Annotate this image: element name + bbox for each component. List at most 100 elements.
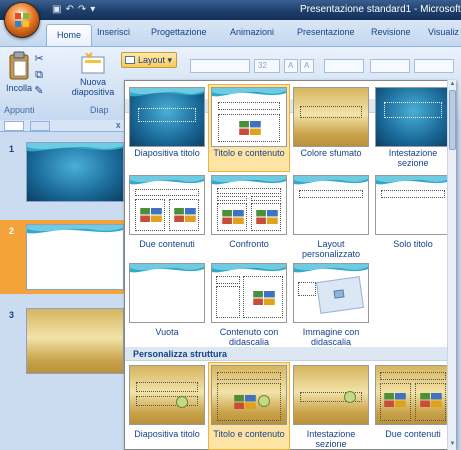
tab-animazioni[interactable]: Animazioni	[230, 27, 274, 37]
layout-thumbnail	[129, 175, 205, 235]
slide-thumbnail-1[interactable]	[26, 142, 124, 202]
layout-label: Due contenuti	[385, 429, 441, 439]
slide-number-2: 2	[9, 226, 15, 236]
close-pane-icon[interactable]: x	[116, 120, 121, 130]
tab-revisione[interactable]: Revisione	[371, 27, 411, 37]
slide-thumbnail-pane: 1 2 3	[0, 132, 124, 450]
layout-label: Confronto	[229, 239, 269, 249]
group-label-slides: Diap	[90, 105, 109, 115]
layout-item-diapositiva-titolo[interactable]	[127, 85, 207, 171]
tab-progettazione[interactable]: Progettazione	[151, 27, 207, 37]
layout-thumbnail	[129, 365, 205, 425]
layout-thumbnail	[129, 263, 205, 323]
clipboard-icon	[9, 51, 29, 80]
bullets-button[interactable]	[324, 59, 364, 73]
layout-item-vuota[interactable]: Vuota	[127, 261, 207, 347]
layout-item-custom-due-contenuti[interactable]: Due contenuti	[373, 363, 453, 449]
layout-thumbnail	[129, 87, 205, 147]
content-icons	[222, 210, 244, 224]
layout-item-confronto[interactable]: Confronto	[209, 173, 289, 259]
tab-visualizza[interactable]: Visualiz	[428, 27, 459, 37]
new-slide-icon	[81, 51, 105, 74]
quick-access-toolbar: ▣ ↶ ↷ ▾	[52, 3, 95, 17]
layout-thumbnail	[211, 365, 287, 425]
content-icons	[234, 395, 256, 409]
tab-home[interactable]: Home	[46, 24, 93, 46]
layout-label: Titolo e contenuto	[213, 148, 285, 158]
gallery-scrollbar[interactable]: ▲ ▼	[447, 80, 456, 450]
content-icons	[384, 393, 406, 407]
layout-label: Contenuto con didascalia	[219, 327, 279, 347]
title-placeholder	[217, 188, 281, 194]
wave-decoration	[212, 88, 286, 97]
layout-item-custom-intestazione-sezione[interactable]: Intestazione sezione	[291, 363, 371, 449]
content-icons	[420, 393, 442, 407]
layout-item-solo-titolo[interactable]: Solo titolo	[373, 173, 453, 259]
undo-icon[interactable]: ↶	[65, 3, 73, 17]
new-slide-label-2: diapositiva	[71, 87, 115, 97]
clipboard-tools: ✂ ⧉ ✎	[32, 51, 46, 99]
layout-item-contenuto-con-didascalia[interactable]: Contenuto con didascalia	[209, 261, 289, 347]
layout-item-custom-titolo-e-contenuto[interactable]: Titolo e contenuto	[208, 362, 290, 450]
layout-item-layout-personalizzato[interactable]: Layout personalizzato	[291, 173, 371, 259]
window-title: Presentazione standard1 - Microsoft Po	[300, 4, 461, 15]
indent-button[interactable]	[414, 59, 454, 73]
numbering-button[interactable]	[370, 59, 410, 73]
content-icons	[239, 121, 261, 135]
tab-presentazione[interactable]: Presentazione	[297, 27, 355, 37]
font-name-box[interactable]	[190, 59, 250, 73]
customize-qat-icon[interactable]: ▾	[90, 3, 95, 17]
outline-tab[interactable]	[30, 121, 50, 131]
layout-thumbnail	[375, 175, 451, 235]
layout-item-immagine-con-didascalia[interactable]: Immagine con didascalia	[291, 261, 371, 347]
layout-thumbnail	[211, 87, 287, 147]
layout-item-custom-diapositiva-titolo[interactable]: Diapositiva titolo	[127, 363, 207, 449]
cut-icon[interactable]: ✂	[32, 51, 46, 67]
new-slide-label-1: Nuova	[79, 77, 106, 87]
copy-icon[interactable]: ⧉	[32, 67, 46, 83]
tab-inserisci[interactable]: Inserisci	[97, 27, 130, 37]
wave-decoration	[294, 176, 368, 185]
wave-decoration	[376, 176, 450, 185]
layout-button[interactable]: Layout ▾	[121, 52, 177, 68]
layout-label: Diapositiva titolo	[134, 429, 200, 439]
scroll-up-icon[interactable]: ▲	[449, 80, 456, 88]
layout-label: Immagine con didascalia	[302, 327, 360, 347]
layout-thumbnail	[293, 365, 369, 425]
layout-item-titolo-e-contenuto[interactable]	[208, 84, 290, 172]
layout-item-colore-sfumato[interactable]	[291, 85, 371, 171]
title-placeholder	[380, 372, 446, 380]
layout-item-due-contenuti[interactable]: Due contenuti	[127, 173, 207, 259]
slides-tab[interactable]	[4, 121, 24, 131]
wave-decoration	[212, 264, 286, 273]
caption-placeholder	[298, 282, 316, 296]
smiley-icon	[258, 395, 270, 407]
layout-label: Solo titolo	[393, 239, 433, 249]
picture-icon	[333, 289, 345, 299]
save-icon[interactable]: ▣	[52, 3, 61, 17]
content-icons	[174, 208, 196, 222]
scroll-down-icon[interactable]: ▼	[449, 440, 456, 448]
title-placeholder	[381, 190, 445, 198]
new-slide-button[interactable]: Nuova diapositiva	[68, 51, 118, 97]
title-placeholder	[135, 189, 199, 196]
paste-button[interactable]: Incolla	[4, 51, 34, 93]
font-size-box[interactable]: 32	[254, 59, 280, 73]
office-button[interactable]	[4, 2, 40, 38]
redo-icon[interactable]: ↷	[78, 3, 86, 17]
layout-label: Colore sfumato	[300, 148, 362, 158]
shrink-font-button[interactable]: A	[300, 59, 314, 73]
slide-thumbnail-2[interactable]	[26, 224, 124, 290]
title-placeholder	[300, 106, 362, 118]
title-placeholder	[217, 372, 281, 380]
grow-font-button[interactable]: A	[284, 59, 298, 73]
caption-placeholder	[216, 286, 240, 318]
slide-thumbnail-3[interactable]	[26, 308, 124, 374]
content-icons	[140, 208, 162, 222]
title-placeholder	[218, 102, 280, 110]
scroll-thumb[interactable]	[449, 90, 456, 150]
layout-label: Vuota	[155, 327, 179, 337]
header-placeholder-right	[251, 196, 281, 201]
format-painter-icon[interactable]: ✎	[32, 83, 46, 99]
office-logo-icon	[15, 13, 29, 27]
